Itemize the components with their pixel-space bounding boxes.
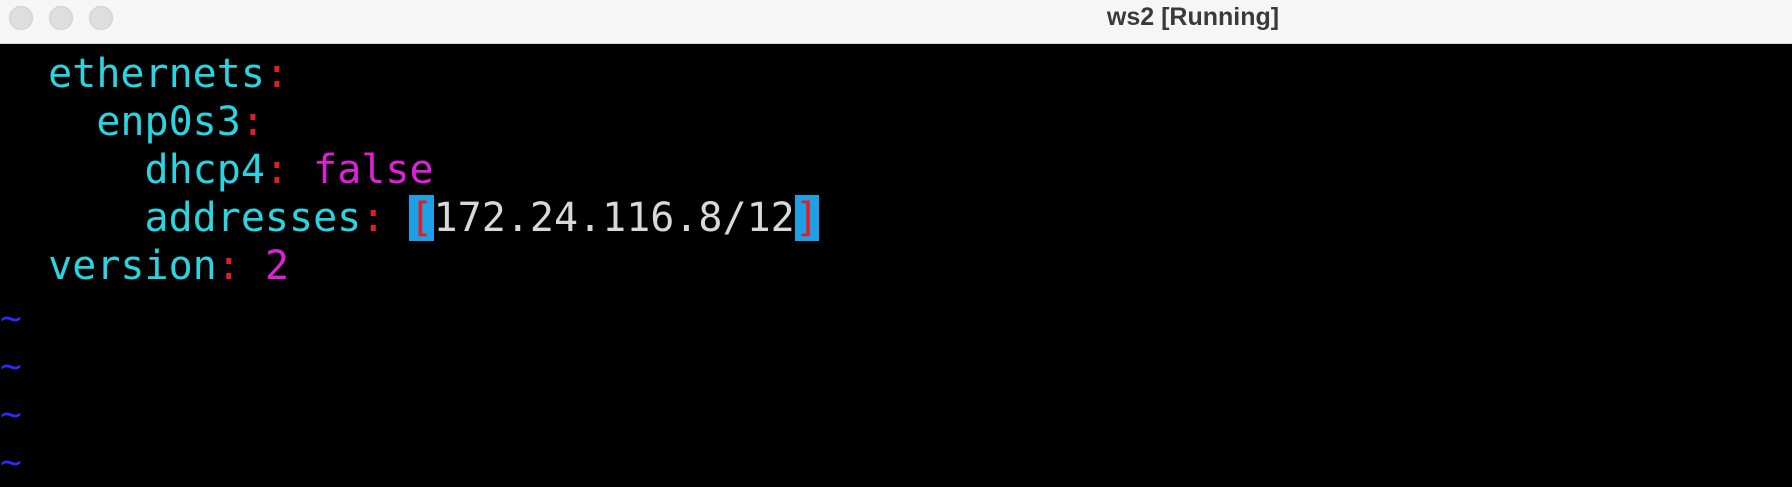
yaml-colon: :	[361, 195, 386, 241]
yaml-value: false	[313, 147, 434, 193]
open-bracket-match: [	[409, 195, 434, 241]
terminal-editor[interactable]: ethernets: enp0s3: dhcp4: false addresse…	[0, 45, 1792, 483]
window-titlebar: ws2 [Running]	[0, 0, 1792, 44]
empty-line-marker: ~	[0, 346, 22, 387]
window-title: ws2 [Running]	[1106, 3, 1280, 31]
empty-line-marker: ~	[0, 298, 22, 339]
yaml-key: enp0s3	[96, 99, 241, 145]
editor-line: version: 2	[0, 242, 289, 290]
editor-line: enp0s3:	[0, 98, 265, 146]
yaml-colon: :	[264, 51, 290, 97]
yaml-colon: :	[216, 243, 241, 289]
yaml-colon: :	[264, 147, 290, 193]
address-value: 172.24.116.8/12	[433, 195, 795, 241]
yaml-key: addresses	[144, 195, 362, 241]
yaml-key: ethernets	[48, 51, 265, 97]
editor-line: addresses: [172.24.116.8/12]	[0, 194, 819, 242]
empty-line-marker: ~	[0, 394, 22, 435]
yaml-value: 2	[264, 243, 290, 289]
yaml-colon: :	[240, 99, 265, 145]
close-bracket-cursor: ]	[794, 195, 819, 241]
yaml-key: version	[48, 243, 217, 289]
editor-line: dhcp4: false	[0, 146, 434, 194]
yaml-key: dhcp4	[144, 147, 265, 193]
editor-line: ethernets:	[0, 50, 289, 98]
empty-line-marker: ~	[0, 442, 22, 483]
